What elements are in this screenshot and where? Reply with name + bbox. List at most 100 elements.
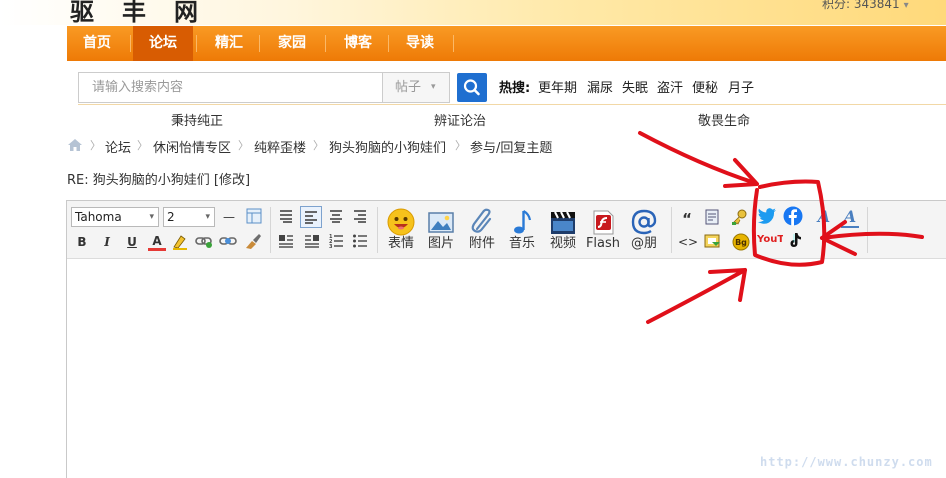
toolbar-divider xyxy=(867,207,868,253)
twitter-icon[interactable] xyxy=(757,207,776,225)
quote-icon[interactable]: “ xyxy=(678,210,696,228)
breadcrumb-item-current: 参与/回复主题 xyxy=(470,141,553,156)
rich-text-editor: Tahoma ▾ 2 ▾ — B I U A 1 2 3 表情 图片 附件 音乐… xyxy=(66,200,946,478)
align-justify-icon[interactable] xyxy=(277,208,295,226)
code-icon[interactable]: <> xyxy=(678,233,698,251)
float-left-icon[interactable] xyxy=(277,233,295,251)
clapperboard-icon xyxy=(543,207,583,237)
hot-search-term[interactable]: 更年期 xyxy=(538,77,577,96)
link-icon[interactable] xyxy=(195,232,213,250)
align-right-icon[interactable] xyxy=(351,208,369,226)
hot-search-term[interactable]: 月子 xyxy=(728,77,754,96)
music-label: 音乐 xyxy=(508,236,535,251)
mention-button[interactable]: @朋 xyxy=(624,207,664,255)
main-nav: 首页 论坛 精汇 家园 博客 导读 xyxy=(67,26,946,61)
points-label: 积分: 343841 xyxy=(822,0,900,11)
hidden-content-icon[interactable] xyxy=(703,232,721,250)
user-points[interactable]: 积分: 343841 ▾ xyxy=(822,0,909,12)
header-banner: 驱丰网 积分: 343841 ▾ xyxy=(0,0,946,27)
emoji-icon xyxy=(381,207,421,237)
emoji-label: 表情 xyxy=(387,236,414,251)
chevron-down-icon: ▾ xyxy=(431,82,436,92)
hot-search-term[interactable]: 漏尿 xyxy=(587,77,613,96)
font-family-value: Tahoma xyxy=(75,210,122,224)
breadcrumb-separator: 〉 xyxy=(137,139,148,152)
post-title: RE: 狗头狗脑的小狗娃们 [修改] xyxy=(67,173,251,188)
breadcrumb-item[interactable]: 休闲怡情专区 xyxy=(153,137,231,156)
video-button[interactable]: 视频 xyxy=(543,207,583,255)
horizontal-rule-icon[interactable]: — xyxy=(220,208,238,226)
nav-divider xyxy=(388,35,389,52)
tiktok-icon[interactable] xyxy=(787,231,805,249)
nav-divider xyxy=(259,35,260,52)
underline-icon[interactable]: U xyxy=(123,233,141,251)
hot-search-label: 热搜: xyxy=(499,81,531,96)
breadcrumb-item[interactable]: 论坛 xyxy=(105,137,131,156)
home-icon[interactable] xyxy=(67,138,83,156)
breadcrumb-separator: 〉 xyxy=(313,139,324,152)
nav-item-blog[interactable]: 博客 xyxy=(328,26,388,61)
float-right-icon[interactable] xyxy=(303,233,321,251)
font-family-select[interactable]: Tahoma ▾ xyxy=(71,207,159,227)
facebook-icon[interactable] xyxy=(783,206,803,226)
watermark: http://www.chunzy.com xyxy=(760,455,933,469)
video-label: 视频 xyxy=(549,236,576,251)
hot-search-term[interactable]: 失眠 xyxy=(622,77,648,96)
breadcrumb-item[interactable]: 纯粹歪楼 xyxy=(254,137,306,156)
nav-item-guide[interactable]: 导读 xyxy=(390,26,450,61)
nav-item-home[interactable]: 首页 xyxy=(67,26,127,61)
background-color-icon[interactable]: Bg xyxy=(731,233,751,251)
image-icon xyxy=(421,207,461,237)
chevron-down-icon: ▾ xyxy=(903,0,909,11)
unordered-list-icon[interactable] xyxy=(351,233,369,251)
align-left-icon[interactable] xyxy=(300,206,322,228)
search-category-select[interactable]: 帖子 ▾ xyxy=(382,72,450,103)
font-color-icon[interactable]: A xyxy=(148,232,166,251)
search-bar: 请输入搜索内容 帖子 ▾ 热搜: 更年期 漏尿 失眠 盗汗 便秘 月子 xyxy=(78,69,946,105)
font-style-icon[interactable]: A xyxy=(815,208,833,226)
flash-button[interactable]: Flash xyxy=(583,207,623,255)
table-icon[interactable] xyxy=(245,208,263,226)
hot-search-term[interactable]: 便秘 xyxy=(692,77,718,96)
breadcrumb-item[interactable]: 狗头狗脑的小狗娃们 xyxy=(329,137,446,156)
nav-item-jinghui[interactable]: 精汇 xyxy=(199,26,259,61)
breadcrumb-separator: 〉 xyxy=(238,139,249,152)
music-button[interactable]: 音乐 xyxy=(502,207,542,255)
align-center-icon[interactable] xyxy=(327,208,345,226)
breadcrumb-separator: 〉 xyxy=(455,139,466,152)
search-input[interactable]: 请输入搜索内容 xyxy=(78,72,382,103)
motto-text: 敬畏生命 xyxy=(698,114,751,129)
font-size-value: 2 xyxy=(167,210,175,224)
flash-label: Flash xyxy=(585,236,621,251)
unlink-icon[interactable] xyxy=(219,232,237,250)
font-style-underline-icon[interactable]: A xyxy=(841,208,859,228)
search-button[interactable] xyxy=(457,73,487,102)
hot-search-term[interactable]: 盗汗 xyxy=(657,77,683,96)
mention-label: @朋 xyxy=(630,236,657,251)
free-block-icon[interactable] xyxy=(703,208,721,226)
image-button[interactable]: 图片 xyxy=(421,207,461,255)
image-label: 图片 xyxy=(427,236,454,251)
highlight-icon[interactable] xyxy=(171,232,189,250)
nav-item-home-space[interactable]: 家园 xyxy=(262,26,322,61)
clear-format-icon[interactable] xyxy=(244,232,262,250)
bold-icon[interactable]: B xyxy=(73,233,91,251)
italic-icon[interactable]: I xyxy=(98,233,116,251)
nav-item-forum[interactable]: 论坛 xyxy=(133,26,193,61)
attachment-button[interactable]: 附件 xyxy=(462,207,502,255)
search-category-label: 帖子 xyxy=(395,80,422,95)
youtube-icon[interactable]: YouTube xyxy=(756,231,804,247)
svg-text:3: 3 xyxy=(329,244,333,249)
editor-content-area[interactable] xyxy=(67,259,946,478)
nav-divider xyxy=(130,35,131,52)
site-logo[interactable]: 驱丰网 xyxy=(70,0,226,27)
nav-divider xyxy=(196,35,197,52)
nav-divider xyxy=(453,35,454,52)
emoji-button[interactable]: 表情 xyxy=(381,207,421,255)
font-size-select[interactable]: 2 ▾ xyxy=(163,207,215,227)
ordered-list-icon[interactable]: 123 xyxy=(327,233,345,251)
breadcrumb-separator: 〉 xyxy=(90,139,101,152)
password-key-icon[interactable] xyxy=(731,208,749,226)
motto-text: 秉持纯正 xyxy=(171,114,224,129)
chevron-down-icon: ▾ xyxy=(149,212,154,222)
